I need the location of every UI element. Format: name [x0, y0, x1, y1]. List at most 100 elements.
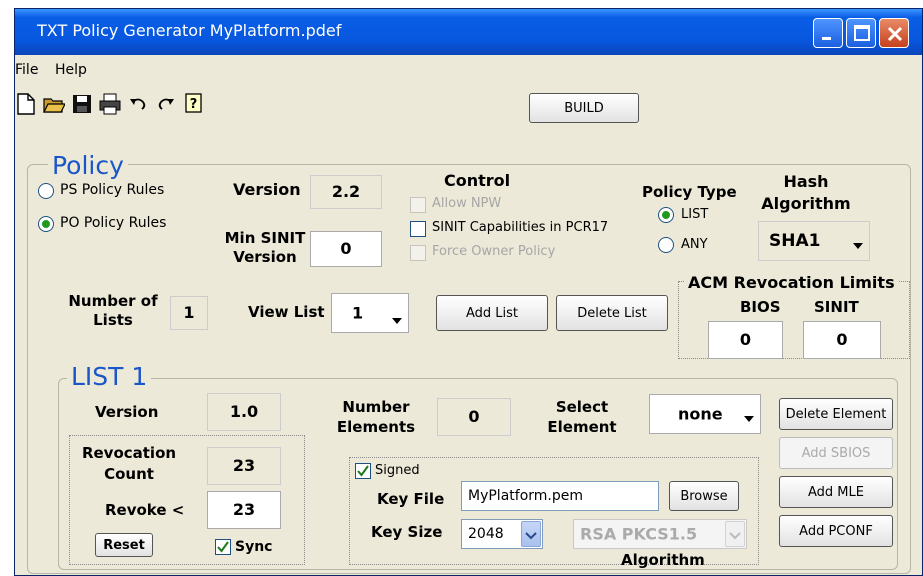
- key-size-select[interactable]: 2048: [461, 519, 543, 549]
- policy-title: Policy: [48, 151, 128, 180]
- revoke-label: Revoke <: [105, 501, 185, 519]
- policy-version-label: Version: [233, 180, 301, 199]
- policy-type-list-label: LIST: [681, 207, 709, 222]
- help-icon[interactable]: ?: [183, 93, 205, 115]
- hash-algorithm-title: Hash Algorithm: [761, 172, 851, 213]
- app-window: TXT Policy Generator MyPlatform.pdef Fil…: [14, 8, 923, 576]
- revocation-count-label: Revocation Count: [81, 444, 177, 483]
- allow-npw-checkbox[interactable]: [410, 197, 426, 213]
- sync-label: Sync: [235, 539, 273, 555]
- add-sbios-button[interactable]: Add SBIOS: [779, 437, 893, 469]
- select-element-select[interactable]: none: [649, 394, 761, 434]
- acm-sinit-label: SINIT: [814, 298, 859, 316]
- key-size-dropdown-button[interactable]: [521, 521, 541, 547]
- select-element-value: none: [678, 404, 723, 424]
- acm-bios-label: BIOS: [740, 298, 781, 316]
- acm-revocation-title: ACM Revocation Limits: [685, 273, 898, 292]
- view-list-value: 1: [352, 303, 364, 323]
- allow-npw-label: Allow NPW: [432, 196, 502, 211]
- reset-button[interactable]: Reset: [95, 533, 153, 557]
- number-elements-field: 0: [437, 398, 511, 436]
- policy-type-list-radio[interactable]: [658, 207, 674, 223]
- checkmark-icon: [357, 465, 369, 477]
- sinit-capabilities-checkbox[interactable]: [410, 221, 426, 237]
- sinit-capabilities-label: SINIT Capabilities in PCR17: [432, 220, 609, 235]
- chevron-down-icon: [729, 532, 741, 540]
- build-button[interactable]: BUILD: [529, 93, 639, 123]
- key-size-value: 2048: [468, 526, 504, 542]
- window-title: TXT Policy Generator MyPlatform.pdef: [37, 21, 342, 40]
- view-list-label: View List: [248, 303, 325, 321]
- print-icon[interactable]: [99, 93, 121, 115]
- key-file-label: Key File: [377, 490, 445, 508]
- menu-bar: File Help: [15, 55, 922, 85]
- maximize-icon: [854, 25, 870, 41]
- acm-bios-field[interactable]: 0: [708, 321, 783, 359]
- signed-label: Signed: [375, 463, 420, 478]
- close-button[interactable]: [879, 18, 909, 48]
- undo-icon[interactable]: [127, 93, 149, 115]
- toolbar: ? BUILD: [15, 85, 922, 129]
- revocation-count-field: 23: [207, 447, 281, 485]
- policy-type-any-radio[interactable]: [658, 237, 674, 253]
- algorithm-dropdown-button[interactable]: [725, 521, 745, 547]
- hash-algorithm-value: SHA1: [769, 231, 821, 251]
- acm-sinit-field[interactable]: 0: [803, 321, 881, 359]
- key-size-label: Key Size: [371, 523, 443, 541]
- po-policy-label: PO Policy Rules: [60, 215, 167, 231]
- revoke-field[interactable]: 23: [207, 491, 281, 529]
- algorithm-value: RSA PKCS1.5: [580, 524, 698, 544]
- key-file-value: MyPlatform.pem: [468, 488, 583, 504]
- close-icon: [887, 26, 903, 42]
- delete-element-button[interactable]: Delete Element: [779, 398, 893, 430]
- redo-icon[interactable]: [155, 93, 177, 115]
- key-file-input[interactable]: MyPlatform.pem: [461, 481, 659, 511]
- force-owner-policy-label: Force Owner Policy: [432, 244, 556, 259]
- min-sinit-label: Min SINIT Version: [224, 229, 306, 266]
- maximize-button[interactable]: [846, 18, 876, 48]
- signed-checkbox[interactable]: [355, 463, 371, 479]
- policy-panel: Policy PS Policy Rules PO Policy Rules V…: [27, 151, 911, 574]
- view-list-select[interactable]: 1: [331, 293, 409, 333]
- list-panel: LIST 1 Version 1.0 Revocation Count 23 R…: [58, 362, 898, 570]
- policy-type-any-label: ANY: [681, 237, 708, 252]
- policy-type-title: Policy Type: [642, 183, 737, 201]
- ps-policy-radio[interactable]: [38, 183, 54, 199]
- number-of-lists-label: Number of Lists: [68, 292, 158, 329]
- add-pconf-button[interactable]: Add PCONF: [779, 515, 893, 547]
- hash-algorithm-select[interactable]: SHA1: [758, 221, 870, 261]
- number-elements-label: Number Elements: [336, 398, 416, 436]
- list-version-label: Version: [95, 403, 159, 421]
- sync-checkbox[interactable]: [215, 539, 231, 555]
- policy-version-field: 2.2: [310, 175, 382, 209]
- browse-button[interactable]: Browse: [669, 481, 739, 511]
- delete-list-button[interactable]: Delete List: [556, 295, 668, 331]
- algorithm-select[interactable]: RSA PKCS1.5: [573, 519, 747, 549]
- chevron-down-icon: [392, 318, 402, 324]
- force-owner-policy-checkbox[interactable]: [410, 245, 426, 261]
- po-policy-radio[interactable]: [38, 216, 54, 232]
- number-of-lists-field: 1: [170, 296, 208, 330]
- checkmark-icon: [217, 541, 229, 553]
- svg-text:?: ?: [190, 97, 198, 112]
- open-folder-icon[interactable]: [43, 93, 65, 115]
- chevron-down-icon: [525, 532, 537, 540]
- list-version-field: 1.0: [207, 393, 281, 431]
- new-file-icon[interactable]: [15, 93, 37, 115]
- minimize-button[interactable]: [813, 18, 843, 48]
- add-mle-button[interactable]: Add MLE: [779, 476, 893, 508]
- title-bar[interactable]: TXT Policy Generator MyPlatform.pdef: [15, 9, 922, 55]
- add-list-button[interactable]: Add List: [436, 295, 548, 331]
- menu-help[interactable]: Help: [55, 62, 87, 78]
- select-element-label: Select Element: [547, 398, 617, 436]
- chevron-down-icon: [853, 243, 863, 249]
- algorithm-label: Algorithm: [621, 551, 705, 569]
- chevron-down-icon: [744, 416, 754, 422]
- min-sinit-field[interactable]: 0: [310, 231, 382, 267]
- save-icon[interactable]: [71, 93, 93, 115]
- minimize-icon: [822, 37, 831, 40]
- menu-file[interactable]: File: [15, 62, 38, 78]
- ps-policy-label: PS Policy Rules: [60, 182, 165, 198]
- control-title: Control: [444, 171, 511, 190]
- list-title: LIST 1: [67, 362, 152, 391]
